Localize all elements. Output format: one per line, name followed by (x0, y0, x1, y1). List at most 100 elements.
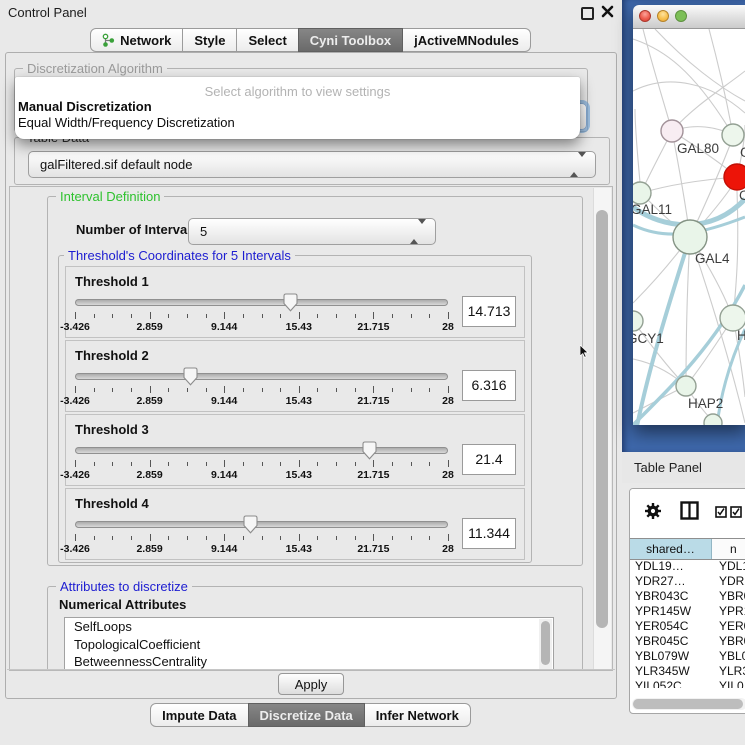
slider-thumb[interactable] (362, 441, 377, 460)
tab-jactivemnodules[interactable]: jActiveMNodules (402, 28, 531, 52)
table-row[interactable]: YIL052CYIL0 (630, 679, 745, 688)
slider-tick (392, 462, 393, 466)
threshold-slider[interactable]: -3.4262.8599.14415.4321.71528 (75, 293, 448, 335)
cell-shared-name[interactable]: YBL079W (630, 649, 712, 664)
network-edge[interactable] (641, 177, 737, 193)
threshold-slider[interactable]: -3.4262.8599.14415.4321.71528 (75, 367, 448, 409)
table-data-selected-value: galFiltered.sif default node (40, 157, 192, 172)
cell-shared-name[interactable]: YIL052C (630, 679, 712, 688)
cell-name[interactable]: YBL0 (712, 649, 745, 664)
dropdown-item-manual-discretization[interactable]: Manual Discretization (15, 99, 580, 115)
dropdown-item-equal-width-frequency-discretization[interactable]: Equal Width/Frequency Discretization (15, 115, 580, 131)
threshold-slider[interactable]: -3.4262.8599.14415.4321.71528 (75, 441, 448, 483)
number-of-intervals-combobox[interactable]: 5 (188, 218, 436, 245)
zoom-traffic-light-icon[interactable] (675, 10, 687, 22)
close-traffic-light-icon[interactable] (639, 10, 651, 22)
attributes-list-scrollbar[interactable] (539, 619, 552, 671)
tab-impute-data[interactable]: Impute Data (150, 703, 248, 727)
tab-infer-network[interactable]: Infer Network (364, 703, 471, 727)
network-node-gal11[interactable] (633, 182, 651, 204)
attribute-item-topologicalcoefficient[interactable]: TopologicalCoefficient (65, 636, 553, 654)
table-row[interactable]: YBR045CYBR0 (630, 634, 745, 649)
slider-track[interactable] (75, 447, 448, 454)
slider-track[interactable] (75, 521, 448, 528)
table-row[interactable]: YDR27…YDR2 (630, 574, 745, 589)
cell-shared-name[interactable]: YBR043C (630, 589, 712, 604)
apply-button[interactable]: Apply (278, 673, 344, 695)
slider-tick (448, 312, 449, 319)
slider-tick (299, 534, 300, 541)
cell-name[interactable]: YER0 (712, 619, 745, 634)
network-edge[interactable] (672, 71, 745, 131)
columns-icon[interactable] (680, 501, 699, 525)
column-header-shared-name[interactable]: shared… (630, 539, 712, 559)
table-row[interactable]: YER054CYER0 (630, 619, 745, 634)
cell-name[interactable]: YPR1 (712, 604, 745, 619)
tab-cyni-toolbox[interactable]: Cyni Toolbox (298, 28, 403, 52)
threshold-value-field[interactable]: 21.4 (462, 444, 516, 475)
network-edge[interactable] (655, 29, 745, 101)
table-row[interactable]: YBR043CYBR0 (630, 589, 745, 604)
table-row[interactable]: YDL19…YDL1 (630, 559, 745, 574)
minimize-traffic-light-icon[interactable] (657, 10, 669, 22)
slider-thumb[interactable] (183, 367, 198, 386)
cell-shared-name[interactable]: YER054C (630, 619, 712, 634)
network-canvas[interactable]: GAL80GCGAL11GAL4GCY1HHAP2 (633, 29, 745, 425)
network-edge[interactable] (635, 109, 641, 193)
horizontal-scrollbar[interactable] (632, 698, 745, 710)
table-row[interactable]: YPR145WYPR1 (630, 604, 745, 619)
tab-network[interactable]: Network (90, 28, 183, 52)
cell-name[interactable]: YLR3 (712, 664, 745, 679)
cell-shared-name[interactable]: YPR145W (630, 604, 712, 619)
cell-name[interactable]: YDR2 (712, 574, 745, 589)
tab-style[interactable]: Style (182, 28, 237, 52)
tab-discretize-data[interactable]: Discretize Data (248, 703, 365, 727)
scrollbar-thumb[interactable] (633, 699, 743, 709)
numerical-attributes-list[interactable]: SelfLoopsTopologicalCoefficientBetweenne… (64, 617, 554, 671)
slider-tick (112, 462, 113, 466)
float-window-icon[interactable] (581, 7, 594, 20)
table-row[interactable]: YBL079WYBL0 (630, 649, 745, 664)
threshold-value-field[interactable]: 6.316 (462, 370, 516, 401)
slider-thumb[interactable] (243, 515, 258, 534)
slider-thumb[interactable] (283, 293, 298, 312)
column-header-name[interactable]: n (712, 539, 745, 559)
network-node-gcy1[interactable] (633, 311, 643, 331)
cell-shared-name[interactable]: YLR345W (630, 664, 712, 679)
threshold-slider[interactable]: -3.4262.8599.14415.4321.71528 (75, 515, 448, 557)
network-window-titlebar[interactable] (633, 5, 745, 29)
slider-tick (131, 462, 132, 466)
close-icon[interactable] (601, 5, 615, 19)
scrollbar-thumb[interactable] (541, 621, 550, 665)
threshold-value-field[interactable]: 14.713 (462, 296, 516, 327)
network-window[interactable]: GAL80GCGAL11GAL4GCY1HHAP2 (633, 5, 745, 425)
network-node-gal4[interactable] (673, 220, 707, 254)
network-edge[interactable] (709, 29, 733, 135)
cell-name[interactable]: YDL1 (712, 559, 745, 574)
network-node[interactable] (704, 414, 722, 425)
checkbox-icon[interactable] (730, 505, 742, 523)
attribute-item-selfloops[interactable]: SelfLoops (65, 618, 553, 636)
tab-select[interactable]: Select (236, 28, 298, 52)
cell-name[interactable]: YIL0 (712, 679, 744, 688)
network-edge[interactable] (633, 39, 733, 135)
cell-shared-name[interactable]: YBR045C (630, 634, 712, 649)
vertical-scrollbar[interactable] (593, 188, 611, 669)
cell-name[interactable]: YBR0 (712, 634, 745, 649)
network-node-hap2[interactable] (676, 376, 696, 396)
gear-icon[interactable] (644, 502, 662, 525)
checkbox-icon[interactable] (715, 505, 727, 523)
table-data-combobox[interactable]: galFiltered.sif default node (28, 151, 596, 178)
cell-name[interactable]: YBR0 (712, 589, 745, 604)
network-node-c[interactable] (724, 164, 745, 190)
cell-shared-name[interactable]: YDR27… (630, 574, 712, 589)
cell-shared-name[interactable]: YDL19… (630, 559, 712, 574)
slider-track[interactable] (75, 373, 448, 380)
attribute-item-betweennesscentrality[interactable]: BetweennessCentrality (65, 653, 553, 671)
network-node-g[interactable] (722, 124, 744, 146)
table-row[interactable]: YLR345WYLR3 (630, 664, 745, 679)
network-node-gal80[interactable] (661, 120, 683, 142)
threshold-value-field[interactable]: 11.344 (462, 518, 516, 549)
scrollbar-thumb[interactable] (596, 210, 608, 628)
slider-track[interactable] (75, 299, 448, 306)
